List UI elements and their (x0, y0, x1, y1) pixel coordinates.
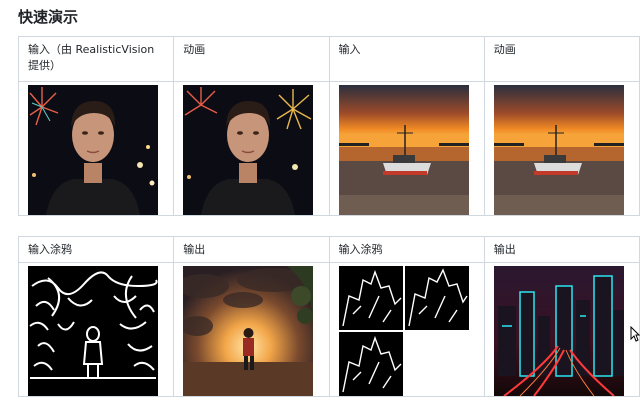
cell-boat (328, 81, 485, 216)
boat-sunset-image[interactable] (338, 85, 469, 215)
scribble-person-image[interactable] (28, 266, 158, 396)
portrait-fireworks-image[interactable] (28, 85, 158, 215)
section-title: 快速演示 (18, 8, 79, 26)
header-input-scribble-2: 输入涂鸦 (328, 236, 485, 263)
header-input-realisticvision: 输入（由 RealisticVision 提供） (17, 36, 175, 82)
image-row (17, 81, 640, 216)
mouse-cursor-icon (630, 326, 640, 342)
cell-portrait-animated (173, 81, 330, 216)
scribble-city-image[interactable] (338, 266, 469, 396)
cell-scribble-person (17, 262, 175, 397)
cell-person-output (173, 262, 330, 397)
header-output: 输出 (173, 236, 330, 263)
header-input-scribble: 输入涂鸦 (17, 236, 175, 263)
image-row (17, 262, 640, 397)
cell-boat-animated (483, 81, 640, 216)
neon-city-output-image[interactable] (493, 266, 624, 396)
header-output-2: 输出 (483, 236, 640, 263)
header-input: 输入 (328, 36, 485, 82)
portrait-fireworks-animated-image[interactable] (183, 85, 314, 215)
cell-portrait (17, 81, 175, 216)
boat-sunset-animated-image[interactable] (493, 85, 624, 215)
header-row: 输入涂鸦 输出 输入涂鸦 输出 (17, 236, 640, 263)
person-sunset-output-image[interactable] (183, 266, 314, 396)
demo-table-bottom: 输入涂鸦 输出 输入涂鸦 输出 (17, 236, 640, 397)
header-animation: 动画 (173, 36, 330, 82)
demo-table-top: 输入（由 RealisticVision 提供） 动画 输入 动画 (17, 36, 640, 216)
cell-neon-city-output (483, 262, 640, 397)
cell-scribble-city (328, 262, 485, 397)
header-animation-2: 动画 (483, 36, 640, 82)
header-row: 输入（由 RealisticVision 提供） 动画 输入 动画 (17, 36, 640, 82)
